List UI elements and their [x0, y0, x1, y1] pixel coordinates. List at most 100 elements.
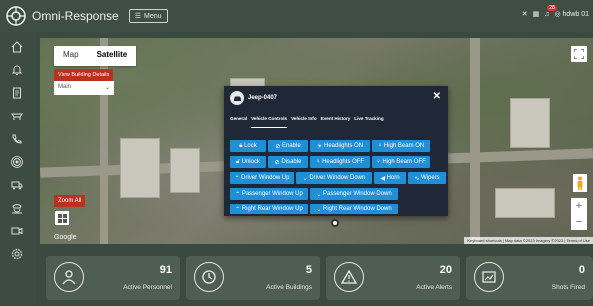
vehicle-icon[interactable]: [8, 176, 26, 194]
zoom-all-button[interactable]: Zoom All: [54, 195, 86, 207]
passenger-window-down-button[interactable]: ⌄ Passenger Window Down: [310, 188, 398, 200]
home-icon[interactable]: [8, 38, 26, 56]
right-rear-window-down-button[interactable]: ⌄ Right Rear Window Down: [310, 204, 398, 214]
disable-button[interactable]: ⊘ Disable: [268, 156, 308, 168]
broadcast-icon[interactable]: [8, 153, 26, 171]
right-rear-window-up-label: Right Rear Window Up: [241, 206, 303, 212]
popup-title: Jeep-0407: [248, 95, 278, 101]
tools-icon[interactable]: ✕: [522, 10, 528, 18]
tab-event-history[interactable]: Event History: [321, 116, 351, 128]
bulb-icon: ♀: [377, 143, 383, 149]
grid-menu-icon[interactable]: ▦: [533, 10, 540, 18]
stat-card-shots[interactable]: 0 Shots Fired: [466, 256, 593, 300]
close-icon[interactable]: ✕: [433, 91, 441, 102]
popup-anchor-marker[interactable]: [331, 219, 339, 227]
stat-card-alerts[interactable]: 20 Active Alerts: [326, 256, 460, 300]
bell-icon: ♫: [544, 10, 550, 18]
check-circle-icon: ⊘: [275, 143, 281, 150]
passenger-window-up-button[interactable]: ⌃ Passenger Window Up: [230, 188, 308, 200]
bell-icon[interactable]: [8, 61, 26, 79]
lock-icon: 🔒︎: [239, 142, 243, 149]
popup-tabs: General Vehicle Controls Vehicle Info Ev…: [224, 110, 448, 128]
settings-icon[interactable]: [8, 245, 26, 263]
document-icon[interactable]: [8, 84, 26, 102]
driver-window-up-label: Driver Window Up: [241, 175, 290, 181]
top-right-tools: ✕ ▦ ♫ 28 ◎ hdwb 01: [522, 4, 589, 18]
stat-label: Active Alerts: [416, 284, 452, 291]
map-type-map-button[interactable]: Map: [54, 46, 88, 66]
headlight-icon: ☀: [316, 143, 323, 150]
driver-window-down-button[interactable]: ⌄ Driver Window Down: [296, 172, 372, 184]
unlock-button[interactable]: 🔓︎ Unlock: [230, 156, 266, 168]
block-icon: ⊘: [274, 159, 280, 166]
driver-window-up-button[interactable]: ⌃ Driver Window Up: [230, 172, 294, 184]
headlights-on-label: Headlights ON: [324, 143, 364, 149]
stat-value: 5: [305, 264, 312, 276]
passenger-window-down-label: Passenger Window Down: [323, 191, 392, 197]
map-road: [470, 38, 480, 244]
stat-card-buildings[interactable]: 5 Active Buildings: [186, 256, 320, 300]
stat-value: 91: [159, 264, 172, 276]
view-building-details-button[interactable]: View Building Details: [54, 69, 114, 81]
brand[interactable]: Omni-Response: [6, 6, 119, 26]
menu-button-label: Menu: [143, 12, 162, 20]
notification-bell[interactable]: ♫ 28: [544, 4, 557, 18]
camera-icon[interactable]: [8, 222, 26, 240]
tab-vehicle-controls[interactable]: Vehicle Controls: [251, 116, 288, 128]
tab-general[interactable]: General: [230, 116, 247, 128]
wipers-label: Wipers: [421, 175, 440, 181]
sidebar: [0, 32, 36, 306]
phone-icon[interactable]: [8, 130, 26, 148]
clock-icon: [194, 262, 224, 292]
zoom-out-button[interactable]: −: [576, 216, 582, 228]
popup-header: Jeep-0407: [224, 86, 448, 110]
street-view-pegman[interactable]: [573, 174, 587, 192]
headlights-off-button[interactable]: ♀ Headlights OFF: [310, 156, 370, 168]
right-rear-window-up-button[interactable]: ⌃ Right Rear Window Up: [230, 204, 308, 214]
app-logo-icon: [6, 6, 26, 26]
horn-label: Horn: [386, 175, 400, 181]
zoom-in-button[interactable]: +: [576, 200, 582, 212]
chevron-down-icon: ⌄: [316, 206, 322, 213]
wipers-button[interactable]: ∿ Wipers: [408, 172, 446, 184]
map-type-control: Map Satellite: [54, 46, 137, 66]
top-bar: Omni-Response ☰ Menu ✕ ▦ ♫ 28 ◎ hdwb 01: [0, 0, 593, 32]
high-beam-on-button[interactable]: ♀ High Beam ON: [372, 140, 430, 152]
horn-button[interactable]: ◀ Horn: [374, 172, 406, 184]
stat-label: Active Buildings: [266, 284, 312, 291]
grid-icon: [57, 213, 67, 223]
layers-button[interactable]: [55, 211, 69, 225]
unlock-label: Unlock: [241, 159, 260, 165]
high-beam-off-label: High Beam OFF: [382, 159, 426, 165]
stat-card-personnel[interactable]: 91 Active Personnel: [46, 256, 180, 300]
headlights-on-button[interactable]: ☀ Headlights ON: [310, 140, 370, 152]
floor-select-value: Main: [58, 84, 72, 90]
stats-bar: 91 Active Personnel 5 Active Buildings 2…: [40, 256, 593, 306]
floor-select[interactable]: Main ⌄: [54, 81, 114, 95]
lock-button[interactable]: 🔒︎ Lock: [230, 140, 266, 152]
chevron-up-icon: ⌃: [235, 206, 241, 213]
disable-label: Disable: [281, 159, 302, 165]
map-building: [495, 188, 555, 218]
truck-icon[interactable]: [8, 107, 26, 125]
high-beam-off-button[interactable]: ♀ High Beam OFF: [372, 156, 430, 168]
vehicle-popup: Jeep-0407 ✕ General Vehicle Controls Veh…: [224, 86, 448, 216]
map-attribution[interactable]: Keyboard shortcuts | Map data ©2023 Imag…: [464, 237, 593, 244]
user-menu[interactable]: ◎ hdwb 01: [554, 10, 589, 18]
headlights-off-label: Headlights OFF: [322, 159, 365, 165]
chart-icon: [474, 262, 504, 292]
tab-live-tracking[interactable]: Live Tracking: [354, 116, 383, 128]
user-name: hdwb 01: [562, 11, 589, 18]
driver-window-down-label: Driver Window Down: [309, 175, 366, 181]
stat-value: 20: [439, 264, 452, 276]
fullscreen-button[interactable]: [571, 46, 587, 62]
menu-button[interactable]: ☰ Menu: [128, 9, 168, 23]
chevron-up-icon: ⌃: [235, 191, 241, 198]
map-type-satellite-button[interactable]: Satellite: [88, 46, 137, 66]
police-icon[interactable]: [8, 199, 26, 217]
stat-label: Shots Fired: [551, 284, 585, 291]
app-title: Omni-Response: [32, 9, 119, 23]
map-building: [510, 98, 550, 148]
tab-vehicle-info[interactable]: Vehicle Info: [291, 116, 317, 128]
enable-button[interactable]: ⊘ Enable: [268, 140, 308, 152]
